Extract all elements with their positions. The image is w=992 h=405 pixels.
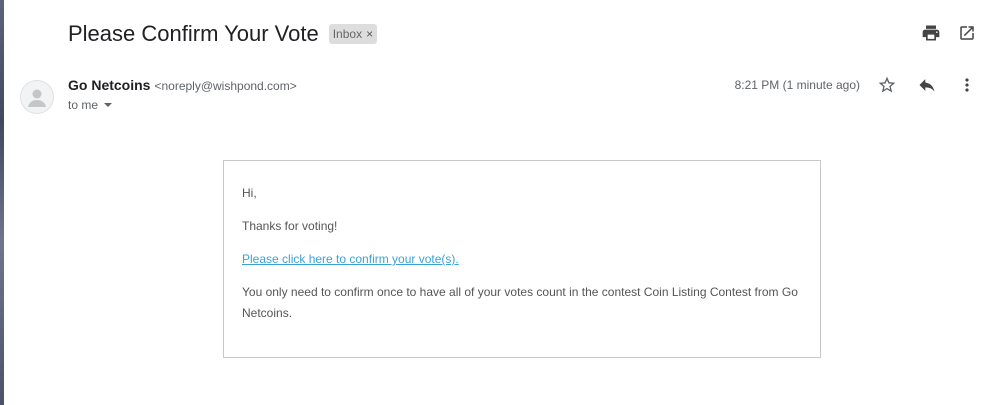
confirm-vote-link[interactable]: Please click here to confirm your vote(s… (242, 252, 459, 266)
greeting-text: Hi, (242, 186, 257, 200)
sender-email: <noreply@wishpond.com> (154, 79, 297, 93)
confirm-note-text: You only need to confirm once to have al… (242, 285, 798, 320)
thanks-text: Thanks for voting! (242, 219, 338, 233)
recipients-toggle[interactable]: to me (68, 98, 113, 112)
open-in-new-window-icon[interactable] (956, 22, 978, 44)
person-icon (28, 89, 46, 107)
sender-line: Go Netcoins <noreply@wishpond.com> (68, 77, 297, 93)
remove-label-icon[interactable]: × (366, 27, 373, 41)
reply-icon[interactable] (916, 74, 938, 96)
print-icon[interactable] (920, 22, 942, 44)
star-icon[interactable] (876, 74, 898, 96)
message-actions: 8:21 PM (1 minute ago) (735, 74, 978, 96)
email-subject: Please Confirm Your Vote (68, 21, 319, 46)
sender-name[interactable]: Go Netcoins (68, 77, 150, 93)
chevron-down-icon (104, 103, 113, 107)
inbox-label-chip[interactable]: Inbox × (328, 24, 378, 44)
email-body: Hi, Thanks for voting! Please click here… (223, 160, 821, 358)
background-strip (0, 0, 4, 405)
label-text: Inbox (332, 27, 363, 41)
sender-avatar[interactable] (20, 80, 54, 114)
header-actions (920, 22, 978, 44)
to-line: to me (68, 98, 99, 112)
subject-header: Please Confirm Your Vote Inbox × (68, 19, 378, 49)
message-timestamp: 8:21 PM (1 minute ago) (734, 78, 860, 92)
more-vert-icon[interactable] (956, 74, 978, 96)
